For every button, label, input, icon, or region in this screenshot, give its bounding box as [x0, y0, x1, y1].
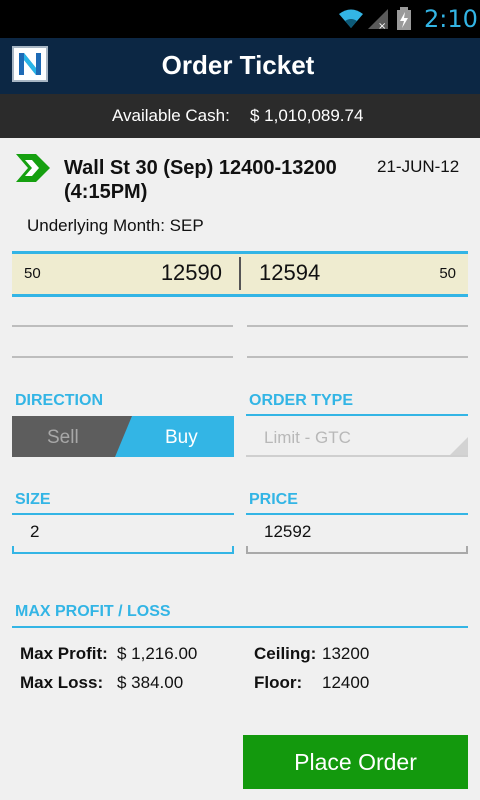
profit-loss-label: MAX PROFIT / LOSS	[15, 603, 171, 620]
available-cash-bar: Available Cash: $ 1,010,089.74	[0, 94, 480, 138]
contract-name: Wall St 30 (Sep) 12400-13200 (4:15PM)	[64, 157, 337, 203]
app-header: Order Ticket	[0, 38, 480, 94]
size-input-tick-left	[12, 546, 14, 554]
cash-value: $ 1,010,089.74	[250, 106, 364, 125]
max-profit-label: Max Profit:	[20, 644, 108, 663]
blank-field-left-2	[12, 356, 233, 358]
bid-size: 50	[24, 265, 41, 282]
floor-label: Floor:	[254, 673, 303, 692]
battery-charging-icon	[396, 7, 412, 36]
status-time: 2:10	[424, 5, 478, 33]
order-type-underline	[246, 455, 468, 457]
contract-date: 21-JUN-12	[377, 157, 460, 176]
signal-icon: ×	[366, 8, 390, 35]
page-title: Order Ticket	[161, 50, 315, 80]
order-type-rule	[246, 414, 468, 416]
ceiling-label: Ceiling:	[254, 644, 317, 663]
price-input-tick-right	[466, 546, 468, 554]
quote-bar: 50 12590 12594 50	[12, 254, 468, 294]
price-input-tick-left	[246, 546, 248, 554]
price-input-underline	[246, 552, 468, 554]
status-bar: × 2:10	[0, 0, 480, 38]
ask-size: 50	[439, 265, 456, 282]
direction-label: DIRECTION	[15, 392, 103, 409]
underlying-month: Underlying Month: SEP	[27, 216, 204, 235]
order-type-dropdown[interactable]: Limit - GTC	[246, 420, 468, 457]
ceiling-value: 13200	[322, 644, 370, 663]
quote-divider	[239, 257, 241, 290]
max-loss-value: $ 384.00	[117, 673, 184, 692]
direction-toggle: Sell Buy	[12, 416, 234, 457]
blank-field-right-1	[247, 325, 468, 327]
size-input[interactable]: 2	[12, 514, 234, 554]
size-label: SIZE	[15, 491, 51, 508]
price-label: PRICE	[249, 491, 298, 508]
floor-value: 12400	[322, 673, 370, 692]
quote-border-bottom	[12, 294, 468, 297]
cash-label: Available Cash:	[112, 106, 230, 125]
bid-price[interactable]: 12590	[152, 260, 222, 286]
buy-button-label: Buy	[165, 427, 198, 448]
ask-price[interactable]: 12594	[259, 260, 320, 286]
profit-loss-rule	[12, 626, 468, 628]
place-order-button[interactable]: Place Order	[243, 735, 468, 789]
price-input[interactable]: 12592	[246, 514, 468, 554]
svg-text:×: ×	[378, 21, 386, 30]
order-type-label: ORDER TYPE	[249, 392, 354, 409]
order-type-value: Limit - GTC	[264, 428, 351, 447]
dropdown-corner-icon	[450, 437, 468, 455]
max-loss-label: Max Loss:	[20, 673, 104, 692]
blank-field-right-2	[247, 356, 468, 358]
size-value: 2	[30, 522, 40, 541]
size-input-tick-right	[232, 546, 234, 554]
blank-field-left-1	[12, 325, 233, 327]
size-input-underline	[12, 552, 234, 554]
price-value: 12592	[264, 522, 312, 541]
green-arrow-icon	[16, 154, 52, 187]
sell-button-label: Sell	[47, 427, 79, 448]
max-profit-value: $ 1,216.00	[117, 644, 198, 663]
wifi-icon	[338, 8, 364, 35]
